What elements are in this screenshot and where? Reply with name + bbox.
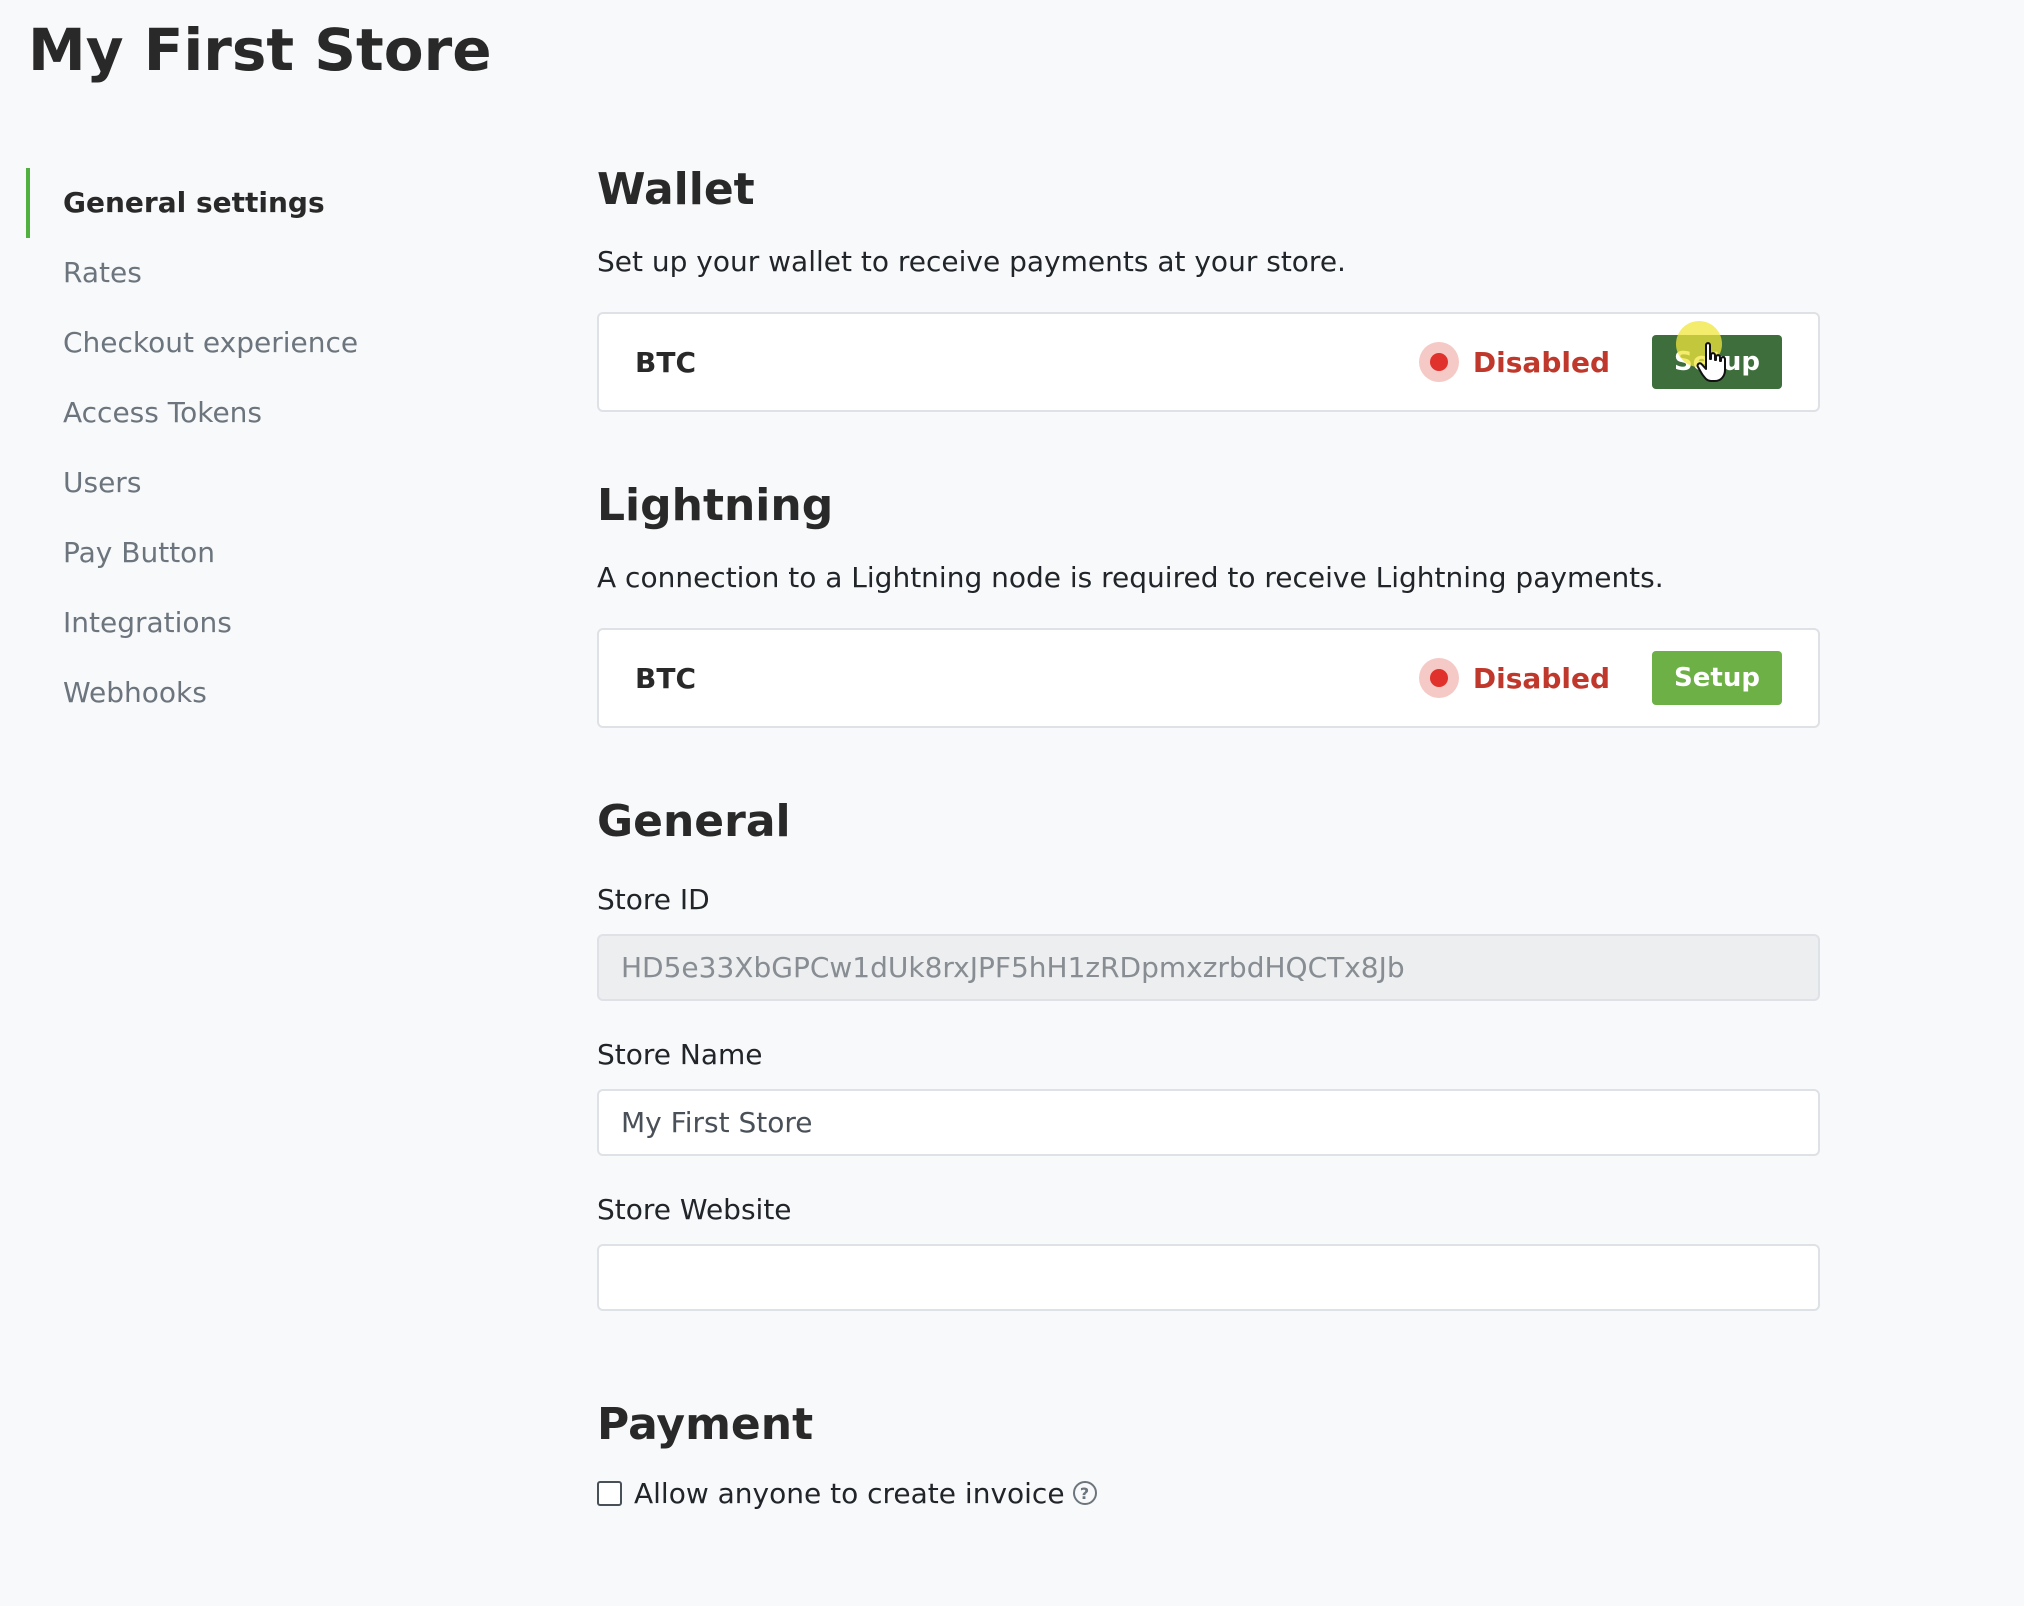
lightning-currency-label: BTC [635,661,696,695]
store-id-group: Store ID [597,880,1820,1001]
sidebar-item-checkout-experience[interactable]: Checkout experience [26,308,426,378]
store-website-group: Store Website [597,1190,1820,1311]
wallet-currency-label: BTC [635,345,696,379]
main-content: Wallet Set up your wallet to receive pay… [597,160,1820,1513]
sidebar-item-webhooks[interactable]: Webhooks [26,658,426,728]
allow-invoice-label: Allow anyone to create invoice [634,1476,1065,1510]
lightning-description: A connection to a Lightning node is requ… [597,561,1664,594]
sidebar-item-integrations[interactable]: Integrations [26,588,426,658]
wallet-description: Set up your wallet to receive payments a… [597,245,1346,278]
wallet-btc-card: BTC Disabled Setup [597,312,1820,412]
general-section: General Store ID Store Name Store Websit… [597,792,1820,1311]
lightning-section: Lightning A connection to a Lightning no… [597,476,1820,728]
settings-sidebar: General settings Rates Checkout experien… [26,168,426,728]
sidebar-item-pay-button[interactable]: Pay Button [26,518,426,588]
wallet-setup-label: Setup [1674,347,1760,377]
store-id-field[interactable] [597,934,1820,1001]
payment-section: Payment Allow anyone to create invoice ? [597,1395,1820,1513]
wallet-section: Wallet Set up your wallet to receive pay… [597,160,1820,412]
general-title: General [597,796,791,847]
wallet-status-text: Disabled [1472,345,1610,379]
store-website-label: Store Website [597,1193,792,1226]
store-name-label: Store Name [597,1038,763,1071]
store-website-field[interactable] [597,1244,1820,1311]
wallet-setup-button[interactable]: Setup [1652,321,1782,389]
status-disabled-icon [1418,342,1459,382]
wallet-title: Wallet [597,164,755,215]
help-icon[interactable]: ? [1072,1481,1097,1505]
store-name-field[interactable] [597,1089,1820,1156]
allow-invoice-row: Allow anyone to create invoice ? [597,1473,1820,1513]
allow-invoice-checkbox[interactable] [597,1480,622,1506]
sidebar-item-rates[interactable]: Rates [26,238,426,308]
payment-title: Payment [597,1399,814,1450]
lightning-setup-label: Setup [1674,663,1760,693]
sidebar-item-access-tokens[interactable]: Access Tokens [26,378,426,448]
store-id-label: Store ID [597,883,710,916]
status-disabled-icon [1418,658,1459,698]
sidebar-item-general-settings[interactable]: General settings [26,168,426,238]
lightning-title: Lightning [597,480,834,531]
store-name-group: Store Name [597,1035,1820,1156]
lightning-setup-button[interactable]: Setup [1652,651,1782,705]
sidebar-item-users[interactable]: Users [26,448,426,518]
lightning-status-text: Disabled [1472,661,1610,695]
lightning-btc-card: BTC Disabled Setup [597,628,1820,728]
page-title: My First Store [28,16,492,84]
